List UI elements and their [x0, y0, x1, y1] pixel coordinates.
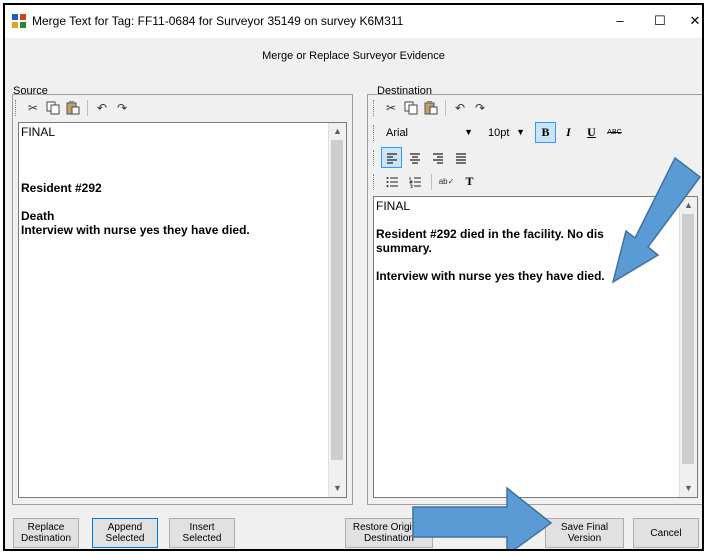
- diagonal-arrow-icon: [611, 156, 702, 284]
- annotation-arrows: [412, 156, 702, 549]
- merge-text-dialog: Merge Text for Tag: FF11-0684 for Survey…: [3, 3, 704, 551]
- right-arrow-icon: [412, 486, 553, 549]
